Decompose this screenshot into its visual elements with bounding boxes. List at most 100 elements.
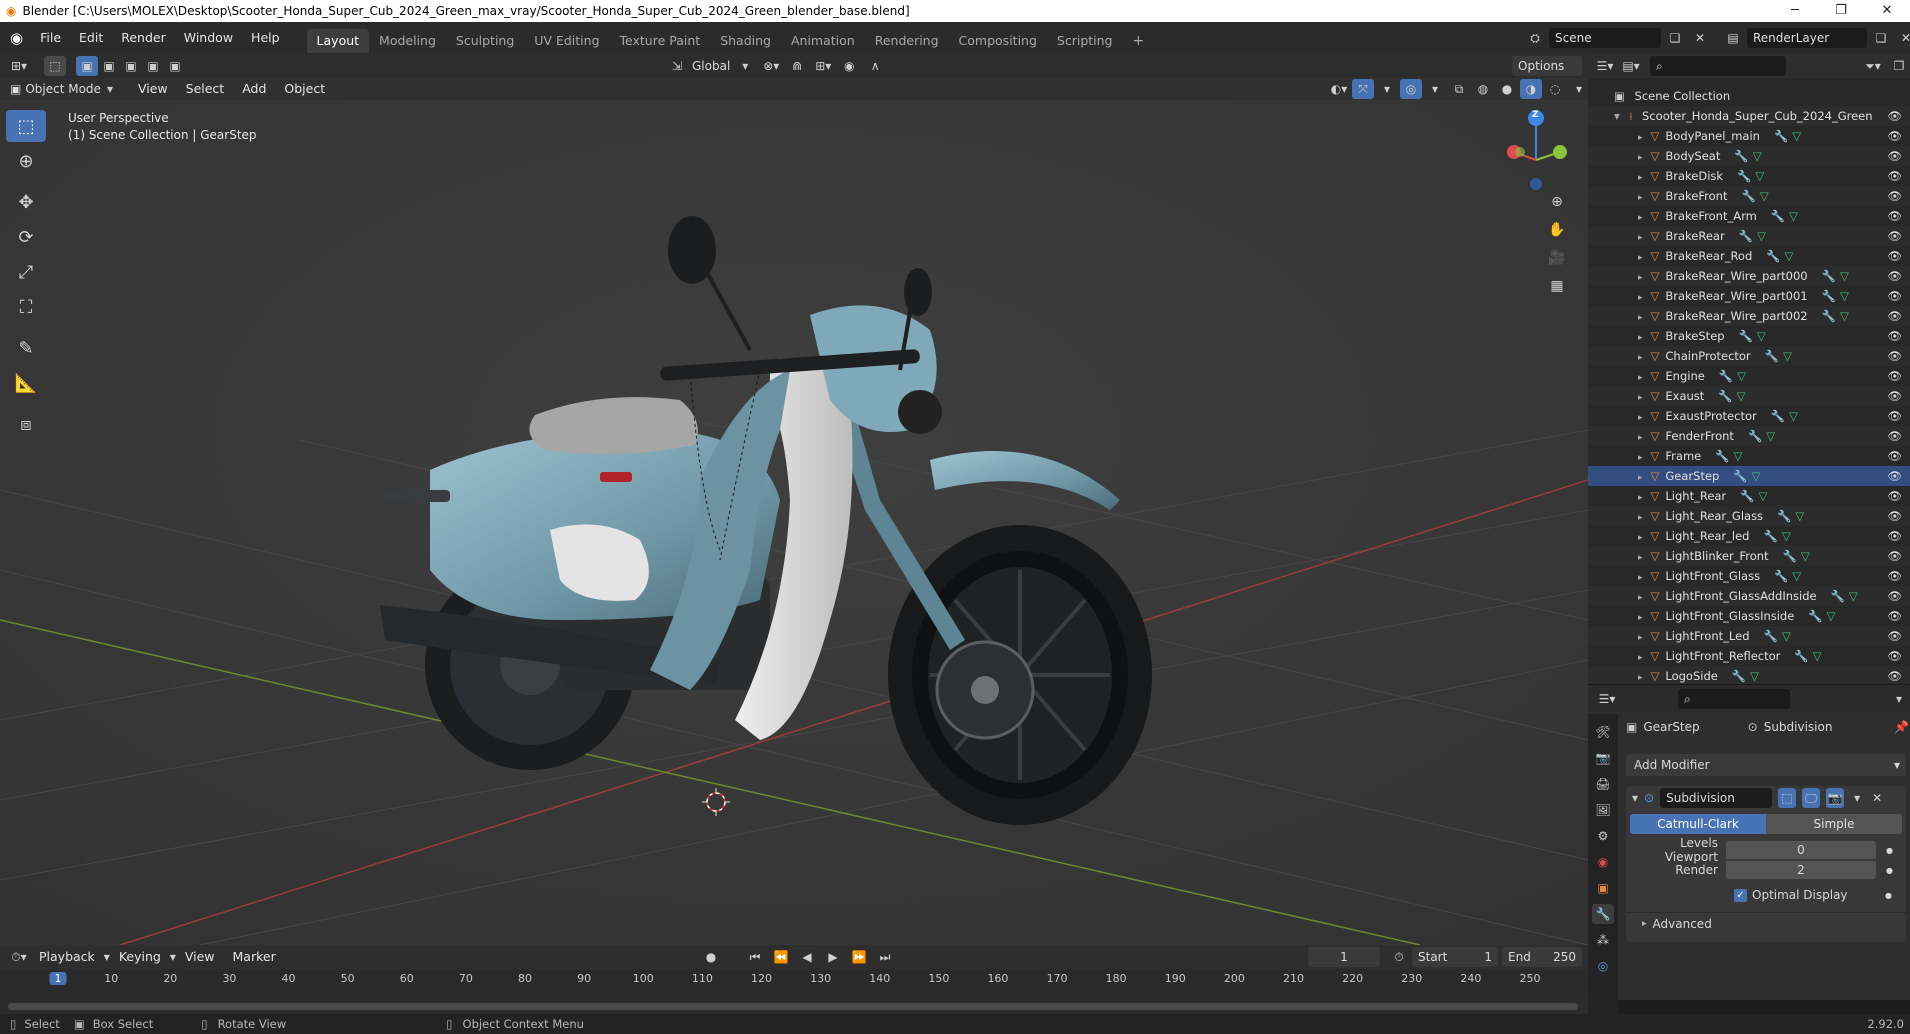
scene-properties-icon[interactable]: ⚙ — [1592, 826, 1614, 846]
mesh-data-icon[interactable]: ▽ — [1795, 509, 1804, 523]
modifier-wrench-icon[interactable]: 🔧 — [1766, 249, 1780, 263]
outliner-collection[interactable]: ▾ ⟊ Scooter_Honda_Super_Cub_2024_Green 👁 — [1588, 106, 1910, 126]
mesh-data-icon[interactable]: ▽ — [1755, 169, 1764, 183]
filter-icon[interactable]: ⏷▾ — [1862, 56, 1884, 76]
modifier-wrench-icon[interactable]: 🔧 — [1733, 469, 1747, 483]
expand-arrow-icon[interactable]: ▸ — [1638, 533, 1643, 543]
visibility-eye-icon[interactable]: 👁 — [1887, 646, 1902, 666]
end-frame-field[interactable]: End 250 — [1502, 947, 1582, 967]
outliner-item[interactable]: ▸ ▽ LightFront_GlassAddInside 🔧 ▽ 👁 — [1588, 586, 1910, 606]
outliner-item[interactable]: ▸ ▽ BrakeRear_Wire_part000 🔧 ▽ 👁 — [1588, 266, 1910, 286]
viewport-menu-select[interactable]: Select — [177, 78, 234, 100]
restore-icon[interactable]: ❐ — [1818, 0, 1864, 22]
remove-modifier-icon[interactable]: ✕ — [1870, 788, 1884, 808]
outliner-item[interactable]: ▸ ▽ BodySeat 🔧 ▽ 👁 — [1588, 146, 1910, 166]
outliner-item[interactable]: ▸ ▽ BodyPanel_main 🔧 ▽ 👁 — [1588, 126, 1910, 146]
expand-arrow-icon[interactable]: ▸ — [1638, 573, 1643, 583]
visibility-eye-icon[interactable]: 👁 — [1887, 666, 1902, 686]
select-intersect-icon[interactable]: ▣ — [164, 56, 186, 76]
menu-window[interactable]: Window — [175, 22, 242, 54]
viewport-toggle-icon[interactable]: 🖵 — [1802, 788, 1821, 808]
mesh-data-icon[interactable]: ▽ — [1827, 609, 1836, 623]
mesh-data-icon[interactable]: ▽ — [1840, 309, 1849, 323]
collapse-arrow-icon[interactable]: ▾ — [1632, 791, 1638, 805]
outliner-item[interactable]: ▸ ▽ BrakeRear_Rod 🔧 ▽ 👁 — [1588, 246, 1910, 266]
simple-button[interactable]: Simple — [1766, 814, 1902, 834]
modifier-wrench-icon[interactable]: 🔧 — [1740, 489, 1754, 503]
mesh-data-icon[interactable]: ▽ — [1760, 189, 1769, 203]
mesh-data-icon[interactable]: ▽ — [1757, 229, 1766, 243]
outliner-scene-collection[interactable]: ▣ Scene Collection — [1588, 86, 1910, 106]
modifier-wrench-icon[interactable]: 🔧 — [1739, 329, 1753, 343]
visibility-eye-icon[interactable]: 👁 — [1887, 446, 1902, 466]
add-workspace-icon[interactable]: + — [1123, 29, 1155, 53]
overlay-toggle-icon[interactable]: ◎ — [1400, 79, 1422, 99]
play-reverse-icon[interactable]: ◀ — [796, 947, 818, 967]
modifier-wrench-icon[interactable]: 🔧 — [1771, 409, 1785, 423]
modifier-wrench-icon[interactable]: 🔧 — [1741, 189, 1755, 203]
mesh-data-icon[interactable]: ▽ — [1813, 649, 1822, 663]
outliner-item[interactable]: ▸ ▽ LightBlinker_Front 🔧 ▽ 👁 — [1588, 546, 1910, 566]
outliner-item[interactable]: ▸ ▽ Light_Rear_led 🔧 ▽ 👁 — [1588, 526, 1910, 546]
timeline-ruler[interactable]: 1 10 20 30 40 50 60 70 80 90 100 110 120 130 140 150 160… — [0, 969, 1588, 991]
expand-arrow-icon[interactable]: ▸ — [1638, 353, 1643, 363]
chevron-down-icon[interactable]: ▾ — [1850, 788, 1864, 808]
expand-arrow-icon[interactable]: ▸ — [1638, 493, 1643, 503]
editor-type-icon[interactable]: ⊞▾ — [8, 56, 30, 76]
blender-menu-icon[interactable]: ◉ — [0, 29, 31, 47]
modifier-wrench-icon[interactable]: 🔧 — [1764, 629, 1778, 643]
render-levels-field[interactable]: 2 — [1726, 861, 1876, 879]
modifier-wrench-icon[interactable]: 🔧 — [1763, 529, 1777, 543]
visibility-eye-icon[interactable]: 👁 — [1887, 106, 1902, 126]
timeline-menu-view[interactable]: View — [176, 945, 224, 969]
viewport-menu-view[interactable]: View — [129, 78, 177, 100]
keyframe-dot-icon[interactable]: ● — [1885, 891, 1892, 900]
expand-arrow-icon[interactable]: ▸ — [1638, 413, 1643, 423]
jump-keyframe-forward-icon[interactable]: ⏩ — [848, 947, 870, 967]
outliner-item[interactable]: ▸ ▽ LightFront_Led 🔧 ▽ 👁 — [1588, 626, 1910, 646]
transform-orientation-icon[interactable]: ⇲ — [666, 56, 688, 76]
tab-texture-paint[interactable]: Texture Paint — [610, 29, 711, 53]
outliner-editor-type-icon[interactable]: ☰▾ — [1594, 56, 1616, 76]
outliner-item[interactable]: ▸ ▽ LightFront_Reflector 🔧 ▽ 👁 — [1588, 646, 1910, 666]
modifier-wrench-icon[interactable]: 🔧 — [1748, 429, 1762, 443]
zoom-icon[interactable]: ⊕ — [1546, 192, 1568, 212]
mesh-data-icon[interactable]: ▽ — [1757, 329, 1766, 343]
modifier-wrench-icon[interactable]: 🔧 — [1732, 669, 1746, 683]
ortho-grid-icon[interactable]: ▦ — [1546, 276, 1568, 296]
modifier-wrench-icon[interactable]: 🔧 — [1739, 229, 1753, 243]
close-icon[interactable]: ✕ — [1864, 0, 1910, 22]
keyframe-dot-icon[interactable]: ● — [1886, 866, 1893, 875]
view-layer-icon[interactable]: 🖼 — [1592, 800, 1614, 820]
proportional-falloff-icon[interactable]: ∧ — [864, 56, 886, 76]
tab-uv-editing[interactable]: UV Editing — [524, 29, 609, 53]
mesh-data-icon[interactable]: ▽ — [1782, 629, 1791, 643]
camera-view-icon[interactable]: 🎥 — [1546, 248, 1568, 268]
optimal-display-checkbox[interactable]: ✓ — [1734, 888, 1747, 902]
expand-arrow-icon[interactable]: ▸ — [1638, 293, 1643, 303]
select-new-icon[interactable]: ▣ — [76, 56, 98, 76]
select-invert-icon[interactable]: ▣ — [142, 56, 164, 76]
tab-modeling[interactable]: Modeling — [369, 29, 446, 53]
shading-solid-icon[interactable]: ● — [1496, 79, 1518, 99]
visibility-eye-icon[interactable]: 👁 — [1887, 226, 1902, 246]
levels-viewport-field[interactable]: 0 — [1726, 841, 1876, 859]
visibility-eye-icon[interactable]: 👁 — [1887, 146, 1902, 166]
pin-icon[interactable]: 📌 — [1894, 720, 1909, 734]
display-mode-icon[interactable]: ▤▾ — [1620, 56, 1642, 76]
mesh-data-icon[interactable]: ▽ — [1792, 129, 1801, 143]
visibility-eye-icon[interactable]: 👁 — [1887, 346, 1902, 366]
world-properties-icon[interactable]: ◉ — [1592, 852, 1614, 872]
render-toggle-icon[interactable]: 📷 — [1826, 788, 1845, 808]
select-box-tool-icon[interactable]: ⬚ — [6, 110, 46, 142]
tab-shading[interactable]: Shading — [710, 29, 781, 53]
outliner-item[interactable]: ▸ ▽ Engine 🔧 ▽ 👁 — [1588, 366, 1910, 386]
select-tool-icon[interactable]: ⬚ — [44, 56, 66, 76]
shading-material-icon[interactable]: ◑ — [1520, 79, 1542, 99]
transform-orientation-dropdown[interactable]: Global — [692, 59, 730, 73]
expand-arrow-icon[interactable]: ▸ — [1638, 273, 1643, 283]
modifier-wrench-icon[interactable]: 🔧 — [1734, 149, 1748, 163]
outliner-item[interactable]: ▸ ▽ Light_Rear_Glass 🔧 ▽ 👁 — [1588, 506, 1910, 526]
visibility-eye-icon[interactable]: 👁 — [1887, 526, 1902, 546]
render-layer-remove-icon[interactable]: ✕ — [1895, 28, 1910, 48]
